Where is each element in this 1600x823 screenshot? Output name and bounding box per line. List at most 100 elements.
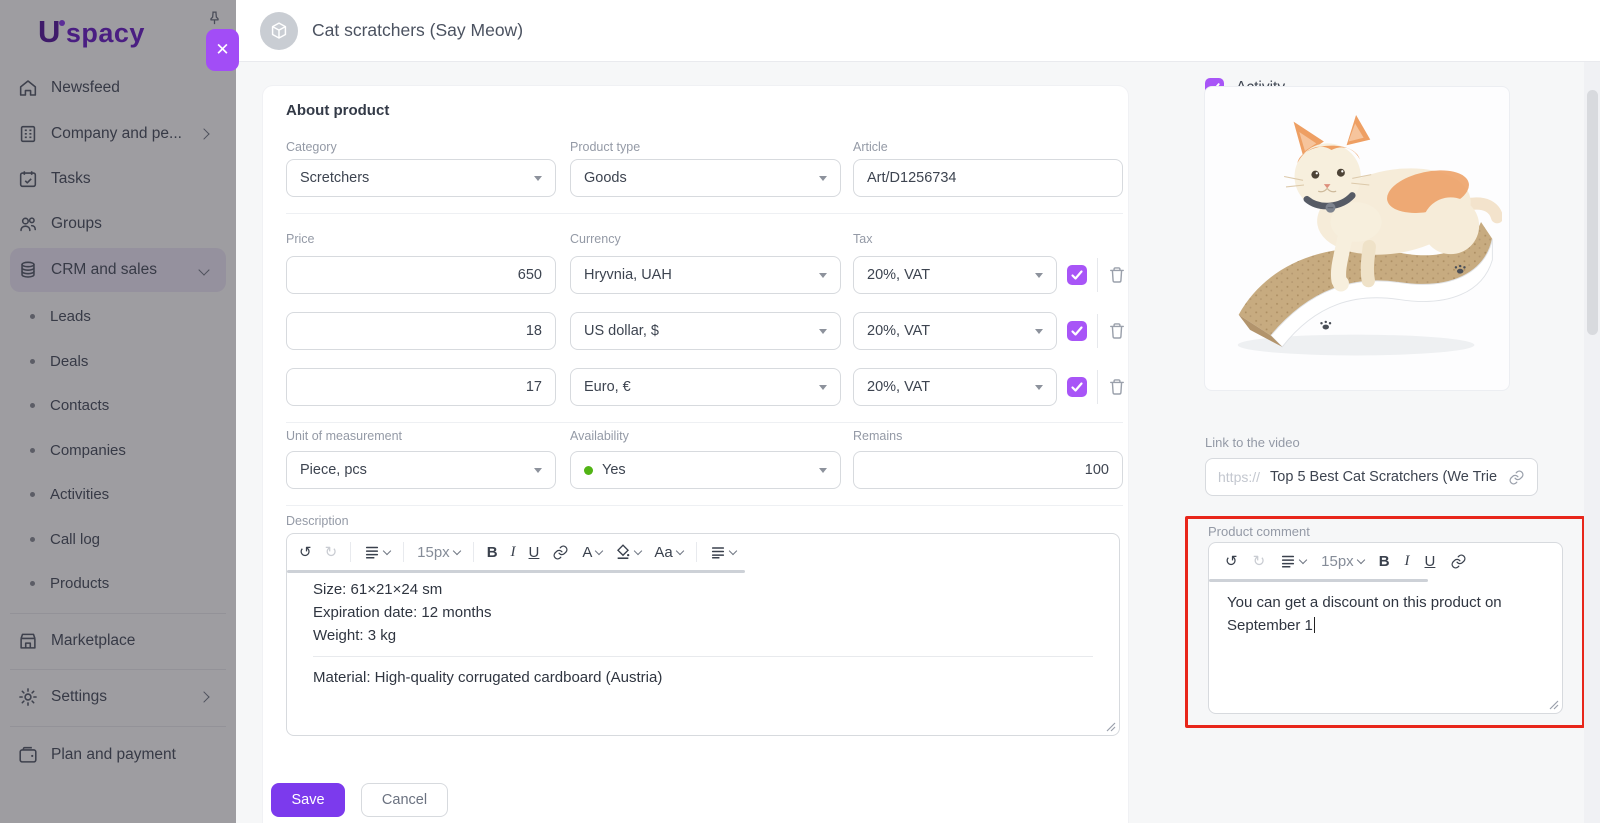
price-active-checkbox-1[interactable] <box>1067 265 1087 285</box>
users-icon <box>17 213 39 235</box>
comment-editor[interactable]: ↺ ↻ 15px B I U You can get a discount on… <box>1208 542 1563 714</box>
italic-button[interactable]: I <box>1405 553 1410 570</box>
sidebar-item-crm[interactable]: CRM and sales <box>10 248 226 292</box>
price-input-1[interactable]: 650 <box>286 256 556 294</box>
currency-select-2[interactable]: US dollar, $ <box>570 312 841 350</box>
sidebar-item-groups[interactable]: Groups <box>10 202 226 246</box>
delete-price-row-1-button[interactable] <box>1107 265 1127 285</box>
bullet-icon <box>30 581 35 586</box>
description-label: Description <box>286 514 349 528</box>
video-link-input[interactable]: https:// Top 5 Best Cat Scratchers (We T… <box>1205 458 1538 496</box>
chevron-down-icon <box>595 546 603 554</box>
trash-icon <box>1107 377 1127 397</box>
sidebar-item-companies[interactable]: Companies <box>10 428 226 472</box>
cancel-button[interactable]: Cancel <box>361 783 448 817</box>
bullet-icon <box>30 448 35 453</box>
insert-link-button[interactable] <box>552 544 569 561</box>
bold-button[interactable]: B <box>1379 553 1390 570</box>
currency-select-3[interactable]: Euro, € <box>570 368 841 406</box>
unit-label: Unit of measurement <box>286 429 402 443</box>
coins-stack-icon <box>17 259 39 281</box>
undo-button[interactable]: ↺ <box>299 543 312 561</box>
text-case-button[interactable]: Aa <box>654 544 682 561</box>
tax-select-3[interactable]: 20%, VAT <box>853 368 1057 406</box>
description-editor[interactable]: ↺ ↻ 15px B I U A Aa Size: 61×21×24 sm <box>286 533 1120 736</box>
toolbar-underline <box>1209 579 1428 582</box>
comment-content[interactable]: You can get a discount on this product o… <box>1209 591 1562 637</box>
sidebar-item-activities[interactable]: Activities <box>10 472 226 516</box>
text-color-button[interactable]: A <box>582 544 602 561</box>
remains-input[interactable]: 100 <box>853 451 1123 489</box>
delete-price-row-2-button[interactable] <box>1107 321 1127 341</box>
underline-button[interactable]: U <box>1425 553 1436 570</box>
description-content[interactable]: Size: 61×21×24 sm Expiration date: 12 mo… <box>287 578 1119 689</box>
article-input[interactable]: Art/D1256734 <box>853 159 1123 197</box>
divider <box>696 542 697 562</box>
tax-select-2[interactable]: 20%, VAT <box>853 312 1057 350</box>
align-button[interactable] <box>710 544 736 560</box>
sidebar-item-contacts[interactable]: Contacts <box>10 383 226 427</box>
sidebar-item-marketplace[interactable]: Marketplace <box>10 619 226 663</box>
text-cursor <box>1314 617 1315 633</box>
description-toolbar: ↺ ↻ 15px B I U A Aa <box>287 534 1119 570</box>
resize-handle[interactable] <box>1106 722 1116 732</box>
paint-bucket-icon <box>615 544 631 560</box>
price-active-checkbox-3[interactable] <box>1067 377 1087 397</box>
pin-sidebar-icon[interactable] <box>206 10 223 27</box>
redo-button[interactable]: ↻ <box>1253 552 1266 570</box>
font-size-button[interactable]: 15px <box>417 544 460 561</box>
delete-price-row-3-button[interactable] <box>1107 377 1127 397</box>
highlight-color-button[interactable] <box>615 544 641 560</box>
chevron-down-icon <box>198 264 209 275</box>
chevron-right-icon <box>198 128 209 139</box>
link-icon <box>1450 553 1467 570</box>
availability-label: Availability <box>570 429 629 443</box>
price-input-3[interactable]: 17 <box>286 368 556 406</box>
chevron-down-icon <box>1356 555 1364 563</box>
dropdown-caret-icon <box>819 468 827 473</box>
divider <box>350 542 351 562</box>
resize-handle[interactable] <box>1549 700 1559 710</box>
sidebar-item-company[interactable]: Company and pe... <box>10 112 226 156</box>
scrollbar-thumb[interactable] <box>1587 90 1598 335</box>
sidebar-item-call-log[interactable]: Call log <box>10 517 226 561</box>
sidebar-item-plan-payment[interactable]: Plan and payment <box>10 733 226 777</box>
modal-header: Cat scratchers (Say Meow) <box>236 0 1600 62</box>
divider <box>473 542 474 562</box>
chevron-down-icon <box>383 546 391 554</box>
price-input-2[interactable]: 18 <box>286 312 556 350</box>
price-active-checkbox-2[interactable] <box>1067 321 1087 341</box>
line-height-icon <box>1280 553 1296 569</box>
italic-button[interactable]: I <box>511 544 516 561</box>
bold-button[interactable]: B <box>487 544 498 561</box>
availability-select[interactable]: Yes <box>570 451 841 489</box>
sidebar-item-newsfeed[interactable]: Newsfeed <box>10 66 226 110</box>
sidebar-item-settings[interactable]: Settings <box>10 675 226 719</box>
sidebar-item-tasks[interactable]: Tasks <box>10 157 226 201</box>
save-button[interactable]: Save <box>271 783 345 817</box>
font-size-button[interactable]: 15px <box>1321 553 1364 570</box>
underline-button[interactable]: U <box>529 544 540 561</box>
redo-button[interactable]: ↻ <box>325 543 338 561</box>
product-gallery[interactable] <box>1204 86 1510 391</box>
currency-select-1[interactable]: Hryvnia, UAH <box>570 256 841 294</box>
close-modal-button[interactable]: ✕ <box>206 29 239 71</box>
divider <box>286 505 1123 506</box>
page-title: Cat scratchers (Say Meow) <box>312 20 523 41</box>
category-select[interactable]: Scretchers <box>286 159 556 197</box>
sidebar-item-products[interactable]: Products <box>10 561 226 605</box>
line-height-button[interactable] <box>364 544 390 560</box>
insert-link-button[interactable] <box>1450 553 1467 570</box>
unit-select[interactable]: Piece, pcs <box>286 451 556 489</box>
undo-button[interactable]: ↺ <box>1225 552 1238 570</box>
product-type-select[interactable]: Goods <box>570 159 841 197</box>
sidebar-item-leads[interactable]: Leads <box>10 294 226 338</box>
line-height-button[interactable] <box>1280 553 1306 569</box>
dropdown-caret-icon <box>534 468 542 473</box>
product-avatar <box>260 12 298 50</box>
product-photo <box>1212 97 1502 381</box>
tax-label: Tax <box>853 232 872 246</box>
article-label: Article <box>853 140 888 154</box>
sidebar-item-deals[interactable]: Deals <box>10 339 226 383</box>
tax-select-1[interactable]: 20%, VAT <box>853 256 1057 294</box>
